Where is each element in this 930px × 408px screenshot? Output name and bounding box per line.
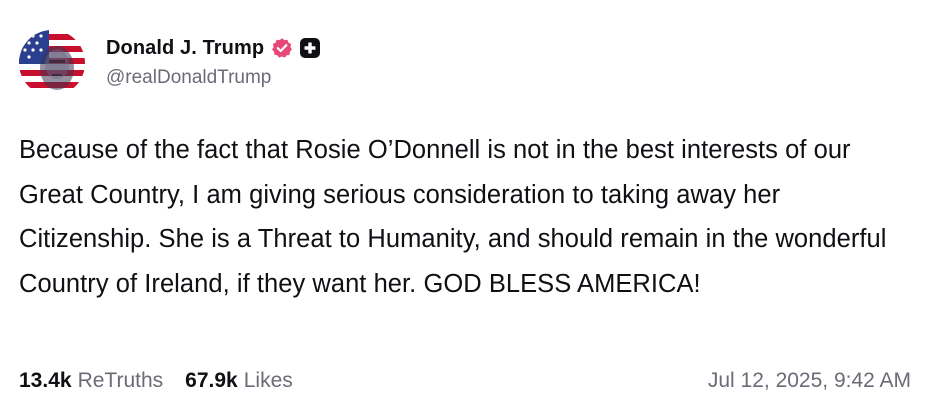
retruths-count: 13.4k — [19, 369, 72, 392]
post-header: Donald J. Trump @realDonaldTrump — [19, 30, 321, 98]
likes-count: 67.9k — [185, 369, 238, 392]
retruths-stat[interactable]: 13.4k ReTruths — [19, 369, 163, 393]
post-timestamp[interactable]: Jul 12, 2025, 9:42 AM — [708, 369, 911, 393]
name-row: Donald J. Trump — [106, 35, 321, 61]
plus-badge-icon — [299, 37, 321, 59]
verified-badge-icon — [271, 37, 293, 59]
author-info: Donald J. Trump @realDonaldTrump — [106, 35, 321, 89]
avatar[interactable] — [19, 30, 85, 96]
retruths-label: ReTruths — [77, 369, 164, 392]
flag-portrait-avatar-icon — [19, 30, 85, 96]
post-text: Because of the fact that Rosie O’Donnell… — [19, 136, 887, 298]
author-handle[interactable]: @realDonaldTrump — [106, 67, 321, 89]
likes-label: Likes — [243, 369, 293, 392]
likes-stat[interactable]: 67.9k Likes — [185, 369, 293, 393]
post-footer: 13.4k ReTruths 67.9k Likes Jul 12, 2025,… — [19, 366, 911, 396]
post-card: Donald J. Trump @realDonaldTrump Because… — [0, 0, 930, 408]
author-display-name[interactable]: Donald J. Trump — [106, 37, 264, 60]
